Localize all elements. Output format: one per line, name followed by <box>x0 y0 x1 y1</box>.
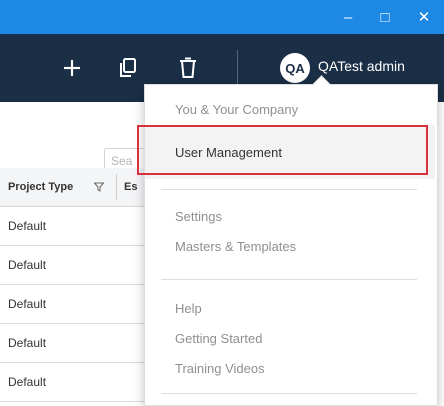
menu-divider <box>161 393 417 394</box>
user-name[interactable]: QATest admin <box>318 58 405 74</box>
grid-header: Project Type Es <box>0 168 160 207</box>
menu-divider <box>161 189 417 190</box>
minimize-icon: – <box>343 8 353 26</box>
toolbar-divider <box>237 50 238 86</box>
menu-item-help[interactable]: Help <box>175 301 202 316</box>
search-placeholder: Sea <box>111 154 133 168</box>
copy-button[interactable] <box>112 52 144 84</box>
close-button[interactable]: ✕ <box>404 0 444 34</box>
copy-icon <box>120 58 136 77</box>
column-header-es[interactable]: Es <box>124 181 137 193</box>
cell-project-type: Default <box>8 219 47 233</box>
table-row[interactable]: Default <box>0 207 160 246</box>
menu-item-getting-started[interactable]: Getting Started <box>175 331 262 346</box>
maximize-icon: □ <box>380 8 390 26</box>
table-row[interactable]: Default <box>0 363 160 402</box>
menu-divider <box>161 279 417 280</box>
trash-icon <box>180 57 196 78</box>
add-button[interactable] <box>56 52 88 84</box>
column-divider[interactable] <box>116 174 117 200</box>
filter-icon[interactable] <box>94 182 104 192</box>
delete-button[interactable] <box>172 52 204 84</box>
cell-project-type: Default <box>8 336 47 350</box>
table-row[interactable]: Default <box>0 285 160 324</box>
highlight-box <box>137 125 428 175</box>
menu-item-masters-templates[interactable]: Masters & Templates <box>175 239 296 254</box>
minimize-button[interactable]: – <box>330 0 366 34</box>
table-row[interactable]: Default <box>0 324 160 363</box>
cell-project-type: Default <box>8 375 47 389</box>
avatar[interactable]: QA <box>280 53 310 83</box>
plus-icon <box>64 60 80 76</box>
close-icon: ✕ <box>417 9 431 26</box>
maximize-button[interactable]: □ <box>368 0 402 34</box>
menu-item-settings[interactable]: Settings <box>175 209 222 224</box>
table-row[interactable]: Default <box>0 246 160 285</box>
menu-item-training-videos[interactable]: Training Videos <box>175 361 265 376</box>
cell-project-type: Default <box>8 258 47 272</box>
title-bar: – □ ✕ <box>0 0 444 34</box>
menu-item-you-and-your-company[interactable]: You & Your Company <box>175 102 298 117</box>
cell-project-type: Default <box>8 297 47 311</box>
column-header-project-type[interactable]: Project Type <box>8 181 73 193</box>
